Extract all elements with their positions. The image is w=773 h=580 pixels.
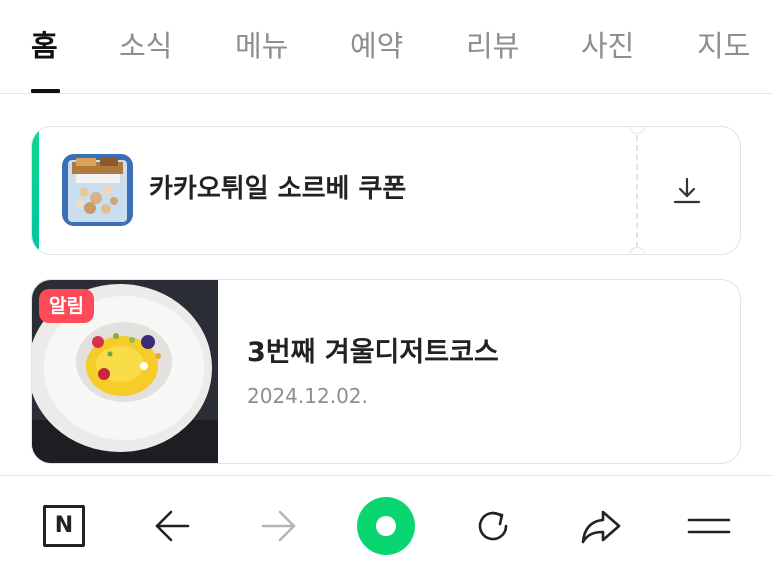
back-button[interactable] xyxy=(142,496,202,556)
coupon-download-button[interactable] xyxy=(657,171,717,211)
news-image: 알림 xyxy=(32,280,218,463)
coupon-accent-bar xyxy=(32,127,39,254)
tab-bar: 홈 소식 메뉴 예약 리뷰 사진 지도 xyxy=(0,0,773,94)
green-dot-icon xyxy=(357,497,415,555)
share-button[interactable] xyxy=(571,496,631,556)
share-icon xyxy=(581,510,621,544)
tab-home[interactable]: 홈 xyxy=(31,24,58,68)
coupon-dashed-divider xyxy=(636,135,638,248)
active-tab-indicator xyxy=(31,89,60,93)
tab-reservation[interactable]: 예약 xyxy=(350,24,403,68)
menu-button[interactable] xyxy=(679,496,739,556)
coupon-notch-bottom xyxy=(629,247,645,254)
tab-map[interactable]: 지도 xyxy=(697,24,750,68)
page: 홈 소식 메뉴 예약 리뷰 사진 지도 카카오튀일 소르베 쿠폰 알림 3번째 … xyxy=(0,0,773,580)
coupon-notch-top xyxy=(629,127,645,134)
download-icon xyxy=(673,177,701,204)
dessert-bag-thumbnail xyxy=(62,154,133,226)
bottom-toolbar: N xyxy=(0,475,773,580)
news-title: 3번째 겨울디저트코스 xyxy=(247,337,499,368)
naver-home-icon: N xyxy=(43,505,85,547)
green-dot-button[interactable] xyxy=(356,496,416,556)
coupon-title: 카카오튀일 소르베 쿠폰 xyxy=(149,174,407,204)
back-arrow-icon xyxy=(155,510,190,542)
tab-news[interactable]: 소식 xyxy=(119,24,172,68)
tab-review[interactable]: 리뷰 xyxy=(466,24,519,68)
coupon-thumbnail xyxy=(62,154,133,226)
tab-menu[interactable]: 메뉴 xyxy=(235,24,288,68)
refresh-icon xyxy=(478,511,508,541)
tab-photo[interactable]: 사진 xyxy=(581,24,634,68)
forward-button[interactable] xyxy=(249,496,309,556)
forward-arrow-icon xyxy=(261,510,296,542)
naver-home-button[interactable]: N xyxy=(34,496,94,556)
menu-icon xyxy=(687,518,731,534)
news-date: 2024.12.02. xyxy=(247,384,368,408)
news-card[interactable]: 알림 3번째 겨울디저트코스 2024.12.02. xyxy=(31,279,741,464)
coupon-card[interactable]: 카카오튀일 소르베 쿠폰 xyxy=(31,126,741,255)
notice-badge: 알림 xyxy=(39,289,94,323)
refresh-button[interactable] xyxy=(463,496,523,556)
